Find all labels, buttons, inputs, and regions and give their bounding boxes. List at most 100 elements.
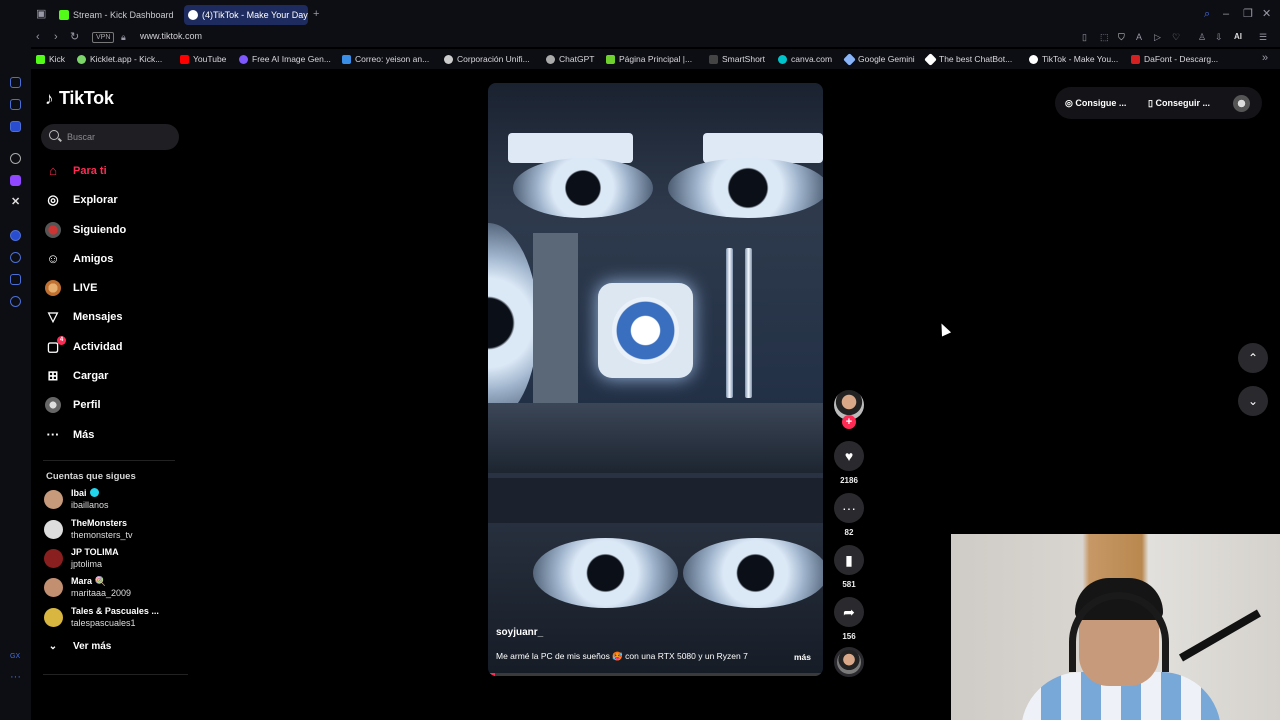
search-input[interactable]: Buscar	[41, 124, 179, 150]
lock-icon[interactable]: 🔒︎	[121, 32, 126, 43]
sidebar-gx-icon[interactable]: GX	[10, 651, 20, 662]
snapshot-icon[interactable]: ▯	[1082, 32, 1087, 43]
previous-video-button[interactable]: ⌃	[1238, 343, 1268, 373]
menu-icon[interactable]: ☰	[1259, 32, 1267, 43]
comment-count: 82	[844, 528, 854, 537]
video-fan	[668, 158, 823, 218]
music-disc-avatar[interactable]	[834, 647, 864, 677]
nav-label: Cargar	[73, 370, 109, 382]
nav-mensajes[interactable]: ▽ Mensajes	[43, 306, 123, 328]
notification-badge: 4	[57, 336, 66, 345]
like-count: 2186	[840, 476, 858, 485]
bookmark-label: Google Gemini	[858, 54, 915, 64]
bookmark-item[interactable]: SmartShort	[709, 52, 765, 66]
divider	[43, 460, 175, 461]
nav-label: LIVE	[73, 282, 98, 294]
profile-icon[interactable]: ♙	[1198, 32, 1206, 43]
bookmark-label: Corporación Unifi...	[457, 54, 530, 64]
url-field[interactable]: www.tiktok.com	[140, 31, 202, 41]
sidebar-more-icon[interactable]: ···	[10, 672, 21, 683]
vpn-badge[interactable]: VPN	[92, 32, 115, 43]
nav-live[interactable]: LIVE	[43, 277, 97, 299]
get-coins-button[interactable]: ◎ Consigue ...	[1065, 92, 1126, 114]
tab-overview-icon[interactable]: ▣	[36, 9, 46, 20]
sidebar-chatgpt-icon[interactable]	[10, 153, 21, 164]
nav-explorar[interactable]: ◎ Explorar	[43, 189, 117, 211]
capture-icon[interactable]: ⬚	[1100, 32, 1109, 43]
bookmark-item[interactable]: ChatGPT	[546, 52, 594, 66]
share-count: 156	[842, 632, 856, 641]
bookmark-item[interactable]: Kick	[36, 52, 65, 66]
bookmark-item[interactable]: The best ChatBot...	[924, 52, 1012, 66]
bookmark-item[interactable]: DaFont - Descarg...	[1131, 52, 1218, 66]
sidebar-extensions-icon[interactable]	[10, 274, 21, 285]
divider	[43, 674, 188, 675]
bookmark-item[interactable]: Free AI Image Gen...	[239, 52, 331, 66]
back-icon[interactable]: ‹	[36, 32, 40, 43]
maximize-icon[interactable]: ❐	[1243, 9, 1253, 20]
bookmark-item[interactable]: Correo: yeison an...	[342, 52, 429, 66]
chevron-up-icon: ⌃	[1247, 351, 1259, 365]
sidebar-bag-icon[interactable]	[10, 77, 21, 88]
reload-icon[interactable]: ↻	[70, 32, 79, 43]
sidebar-shopping-icon[interactable]	[10, 99, 21, 110]
bookmark-item[interactable]: YouTube	[180, 52, 226, 66]
bookmark-item[interactable]: canva.com	[778, 52, 832, 66]
video-username[interactable]: soyjuanr_	[496, 627, 543, 638]
nav-para-ti[interactable]: ⌂ Para ti	[43, 160, 107, 182]
nav-siguiendo[interactable]: Siguiendo	[43, 219, 126, 241]
bookmark-item[interactable]: Corporación Unifi...	[444, 52, 530, 66]
video-player[interactable]: soyjuanr_ Me armé la PC de mis sueños 🥵 …	[488, 83, 823, 676]
following-account[interactable]: TheMonsters themonsters_tv	[44, 516, 194, 544]
new-tab-icon[interactable]: +	[313, 9, 319, 20]
video-more-link[interactable]: más	[794, 652, 811, 662]
bookmark-item[interactable]: Kicklet.app - Kick...	[77, 52, 162, 66]
sidebar-history-icon[interactable]	[10, 252, 21, 263]
sidebar-x-icon[interactable]: ✕	[11, 197, 20, 208]
following-account[interactable]: Tales & Pascuales ... talespascuales1	[44, 604, 194, 632]
save-button[interactable]: ▮ 581	[834, 545, 864, 589]
share-button[interactable]: ➦ 156	[834, 597, 864, 641]
user-avatar[interactable]	[1233, 95, 1250, 112]
following-account[interactable]: JP TOLIMA jptolima	[44, 545, 194, 573]
get-app-button[interactable]: ▯ Conseguir ...	[1148, 92, 1210, 114]
like-button[interactable]: ♥ 2186	[834, 441, 864, 485]
download-icon[interactable]: ⇩	[1215, 32, 1223, 43]
sidebar-messenger-icon[interactable]	[10, 230, 21, 241]
translate-icon[interactable]: A	[1136, 32, 1142, 43]
search-tabs-icon[interactable]: ⌕	[1204, 9, 1210, 20]
bookmark-item[interactable]: Google Gemini	[843, 52, 915, 66]
close-window-icon[interactable]: ✕	[1262, 9, 1271, 20]
bookmark-item[interactable]: Página Principal |...	[606, 52, 692, 66]
nav-perfil[interactable]: Perfil	[43, 394, 101, 416]
comment-button[interactable]: ··· 82	[834, 493, 864, 537]
forward-icon[interactable]: ›	[54, 32, 58, 43]
video-progress-fill	[488, 673, 495, 676]
nav-amigos[interactable]: ☺ Amigos	[43, 248, 113, 270]
verified-icon	[89, 488, 99, 497]
next-video-button[interactable]: ⌄	[1238, 386, 1268, 416]
ai-button[interactable]: AI	[1234, 32, 1242, 41]
sidebar-settings-icon[interactable]	[10, 296, 21, 307]
sidebar-twitch-icon[interactable]	[10, 175, 21, 186]
tiktok-logo[interactable]: ♪ TikTok	[45, 88, 114, 109]
see-more-button[interactable]: ⌄ Ver más	[43, 636, 112, 658]
following-account[interactable]: Ibai ibaillanos	[44, 486, 194, 514]
bookmark-item[interactable]: TikTok - Make You...	[1029, 52, 1118, 66]
account-name-text: Ibai	[71, 488, 87, 498]
bookmarks-overflow-icon[interactable]: »	[1262, 53, 1268, 64]
video-progress-bar[interactable]	[488, 673, 823, 676]
shield-icon[interactable]: ⛉	[1118, 32, 1125, 43]
sidebar-m-icon[interactable]	[10, 121, 21, 132]
following-account[interactable]: Mara 🍭 maritaaa_2009	[44, 574, 194, 602]
play-icon[interactable]: ▷	[1154, 32, 1161, 43]
nav-mas[interactable]: ··· Más	[43, 424, 95, 446]
nav-cargar[interactable]: ⊞ Cargar	[43, 365, 109, 387]
minimize-icon[interactable]: –	[1223, 9, 1229, 20]
kicklet-icon	[77, 55, 86, 64]
nav-actividad[interactable]: ▢ 4 Actividad	[43, 336, 123, 358]
favorite-icon[interactable]: ♡	[1172, 32, 1180, 43]
tab-kick-dashboard[interactable]: Stream - Kick Dashboard	[55, 5, 177, 25]
follow-plus-icon[interactable]: +	[842, 415, 856, 429]
tab-tiktok[interactable]: (4)TikTok - Make Your Day	[184, 5, 308, 25]
